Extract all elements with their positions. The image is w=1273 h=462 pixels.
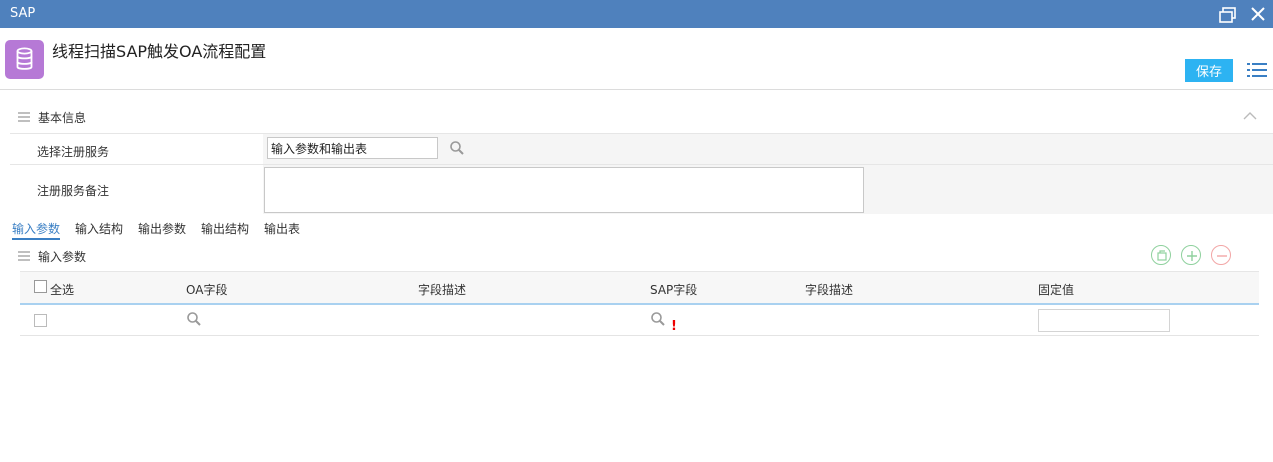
copy-row-button[interactable]: [1151, 245, 1171, 265]
search-icon[interactable]: [186, 311, 202, 327]
search-icon[interactable]: [449, 140, 465, 156]
col-sap-desc: 字段描述: [805, 283, 854, 297]
remark-row: 注册服务备注: [10, 164, 1273, 214]
remark-label: 注册服务备注: [37, 184, 110, 198]
select-all-label: 全选: [50, 283, 75, 297]
menu-lines-icon: [18, 112, 30, 122]
search-icon[interactable]: [650, 311, 666, 327]
window-titlebar: SAP: [0, 0, 1273, 28]
col-oa-desc: 字段描述: [418, 283, 467, 297]
service-input[interactable]: [267, 137, 438, 159]
table-header: 全选 OA字段 字段描述 SAP字段 字段描述 固定值: [20, 271, 1259, 305]
col-oa-field: OA字段: [186, 283, 228, 297]
close-icon[interactable]: [1250, 6, 1266, 22]
tab-output-table[interactable]: 输出表: [264, 220, 300, 237]
col-sap-field: SAP字段: [650, 283, 698, 297]
save-button[interactable]: 保存: [1185, 59, 1233, 82]
tab-input-params[interactable]: 输入参数: [12, 220, 61, 240]
tab-output-params[interactable]: 输出参数: [138, 220, 186, 237]
database-icon: [5, 40, 44, 79]
copy-icon: [1157, 250, 1167, 261]
basic-info-header: 基本信息: [0, 105, 1273, 129]
list-icon[interactable]: [1247, 62, 1267, 78]
fixed-value-input[interactable]: [1038, 309, 1170, 332]
row-checkbox[interactable]: [34, 314, 47, 327]
select-all-checkbox[interactable]: [34, 280, 47, 293]
params-title: 输入参数: [38, 250, 87, 264]
chevron-up-icon[interactable]: [1243, 111, 1257, 121]
add-row-button[interactable]: [1181, 245, 1201, 265]
basic-info-title: 基本信息: [38, 111, 87, 125]
tab-output-structure[interactable]: 输出结构: [201, 220, 249, 237]
col-fixed-value: 固定值: [1038, 283, 1075, 297]
remark-textarea[interactable]: [264, 167, 864, 213]
plus-icon: [1187, 251, 1197, 261]
remove-row-button[interactable]: [1211, 245, 1231, 265]
service-row: 选择注册服务: [10, 133, 1273, 164]
window-title: SAP: [10, 6, 36, 21]
table-row: !: [20, 305, 1259, 336]
menu-lines-icon: [18, 251, 30, 261]
params-header: 输入参数: [0, 244, 1273, 268]
service-label: 选择注册服务: [37, 145, 110, 159]
required-mark-icon: !: [671, 319, 677, 334]
minus-icon: [1217, 255, 1227, 257]
restore-window-icon[interactable]: [1219, 7, 1237, 23]
tab-input-structure[interactable]: 输入结构: [75, 220, 123, 237]
page-title: 线程扫描SAP触发OA流程配置: [52, 42, 267, 61]
page-header: 线程扫描SAP触发OA流程配置 保存: [0, 28, 1273, 90]
